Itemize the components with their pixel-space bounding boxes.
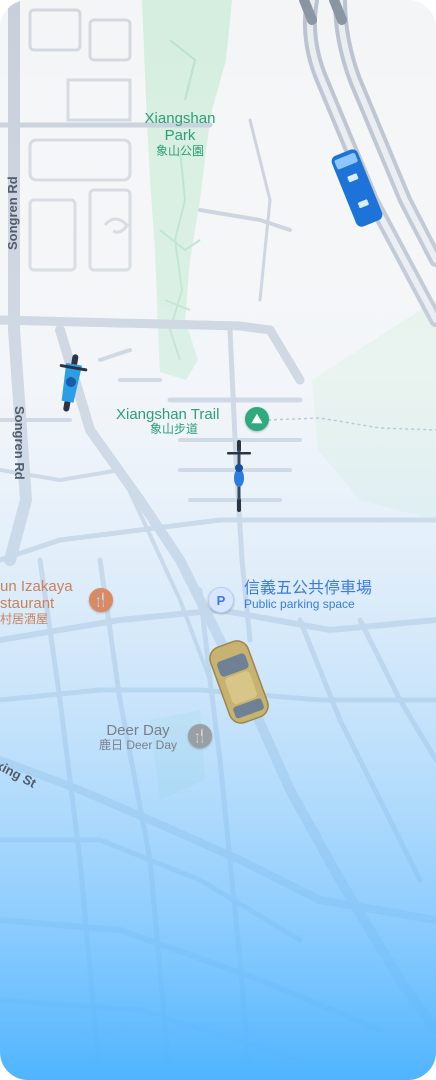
fork-knife-icon[interactable]: 🍴 (89, 588, 113, 612)
hiking-icon[interactable]: ⛰ (245, 407, 269, 431)
deer-day-name: Deer Day (106, 722, 170, 739)
trail-name: Xiangshan Trail (116, 406, 220, 423)
izakaya-label[interactable]: un Izakaya staurant 村居酒屋 (0, 578, 73, 626)
gradient-overlay (0, 0, 436, 1080)
road-label-songren-upper: Songren Rd (5, 176, 20, 250)
park-local-name: 象山公園 (155, 143, 204, 158)
izakaya-local-name: 村居酒屋 (0, 611, 49, 626)
parking-name: 信義五公共停車場 (244, 580, 373, 597)
road-label-songren-lower: Songren Rd (12, 406, 27, 480)
park-label[interactable]: Xiangshan Park 象山公園 (138, 110, 222, 158)
parking-icon[interactable]: P (208, 587, 234, 613)
trail-label[interactable]: Xiangshan Trail 象山步道 (116, 406, 238, 437)
parking-subtitle: Public parking space (244, 597, 355, 612)
izakaya-name-line1: un Izakaya (0, 578, 73, 595)
park-name-line1: Xiangshan (144, 110, 216, 127)
map-view[interactable]: Xiangshan Park 象山公園 Xiangshan Trail 象山步道… (0, 0, 436, 1080)
map-canvas[interactable] (0, 0, 436, 1080)
trail-local-name: 象山步道 (150, 422, 199, 437)
fork-knife-icon[interactable]: 🍴 (188, 724, 212, 748)
deer-day-label[interactable]: Deer Day 鹿日 Deer Day (94, 722, 182, 753)
izakaya-name-line2: staurant (0, 595, 55, 613)
deer-day-local-name: 鹿日 Deer Day (98, 738, 178, 753)
park-name-line2: Park (164, 127, 196, 145)
parking-label[interactable]: 信義五公共停車場 Public parking space (244, 580, 372, 612)
